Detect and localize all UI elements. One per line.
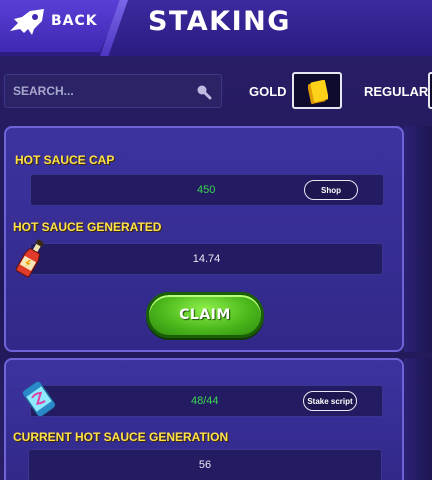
search-icon[interactable] [196,84,212,100]
search-bar [4,74,222,108]
page-title: STAKING [148,6,291,37]
hot-sauce-generated-field: 14.74 [30,243,383,275]
stake-script-button[interactable]: Stake script [303,391,357,411]
hot-sauce-cap-title: HOT SAUCE CAP [15,153,115,167]
claim-label: CLAIM [179,307,231,323]
current-generation-value: 56 [198,459,212,471]
current-generation-title: CURRENT HOT SAUCE GENERATION [13,430,229,444]
hot-sauce-generated-value: 14.74 [192,253,221,265]
hot-sauce-generated-title: HOT SAUCE GENERATED [13,220,162,234]
gold-filter-toggle[interactable] [292,72,342,109]
stake-count-value: 48/44 [191,395,219,407]
back-label: BACK [51,13,98,29]
shop-button[interactable]: Shop [304,180,358,200]
gold-filter-label: GOLD [249,84,287,99]
current-generation-field: 56 [28,449,382,480]
next-panel-edge [404,126,432,352]
rocket-ship-icon [10,9,44,35]
hot-sauce-cap-value: 450 [197,184,216,196]
regular-filter-toggle[interactable] [428,72,432,109]
energy-capsule-icon [22,381,56,417]
gold-card-icon [308,80,328,104]
regular-filter-label: REGULAR [364,84,429,99]
search-input[interactable] [13,84,183,98]
hot-sauce-bottle-icon [15,239,44,278]
next-stake-panel-edge [404,358,432,480]
claim-button[interactable]: CLAIM [146,292,264,338]
